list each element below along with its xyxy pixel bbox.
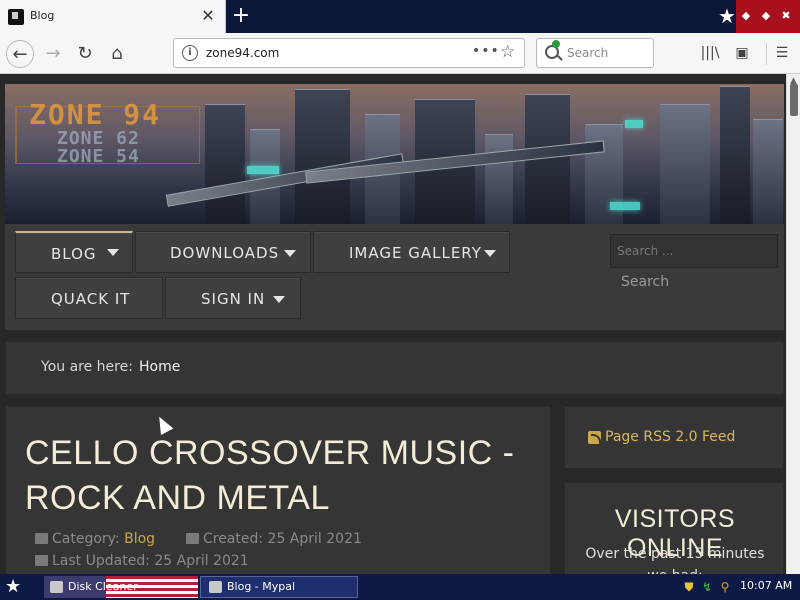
updated-date: Last Updated: 25 April 2021 — [52, 553, 249, 569]
tab-bar: Blog ✕ + ★ ◆ ◆ ✖ — [0, 0, 800, 33]
menu-item-sign-in[interactable]: SIGN IN — [165, 277, 301, 319]
article-meta-row: Last Updated: 25 April 2021 — [35, 553, 249, 569]
banner-building — [295, 89, 350, 224]
created-date: Created: 25 April 2021 — [202, 531, 362, 547]
shield-icon[interactable]: ⛊ — [682, 579, 696, 595]
menu-item-label: QUACK IT — [51, 290, 131, 308]
address-bar[interactable]: i zone94.com ••• ☆ — [173, 38, 525, 68]
search-tray-icon[interactable]: ⚲ — [718, 579, 732, 595]
calendar-icon — [185, 533, 199, 544]
minimize-icon[interactable]: ◆ — [740, 9, 752, 23]
navigation-toolbar: ← → ↻ ⌂ i zone94.com ••• ☆ Search |||\ ▣… — [0, 33, 800, 74]
info-icon[interactable]: i — [182, 45, 198, 61]
clock[interactable]: 10:07 AM — [740, 579, 792, 592]
breadcrumb: You are here: Home — [5, 341, 784, 395]
back-button[interactable]: ← — [6, 40, 34, 68]
menu-item-label: BLOG — [51, 245, 97, 263]
site-search-button[interactable]: Search — [610, 268, 680, 296]
banner-building — [753, 119, 783, 224]
scroll-thumb[interactable] — [790, 84, 798, 116]
rss-module: Page RSS 2.0 Feed — [564, 406, 784, 469]
disk-cleaner-icon — [50, 581, 63, 593]
article: CELLO CROSSOVER MUSIC - ROCK AND METAL C… — [5, 406, 551, 574]
menu-item-downloads[interactable]: DOWNLOADS — [135, 231, 311, 273]
tab-title: Blog — [30, 9, 55, 22]
site-logo: ZONE 94 — [29, 98, 162, 131]
chevron-down-icon — [273, 296, 285, 303]
site-search-placeholder: Search ... — [617, 244, 674, 258]
site-search-input[interactable]: Search ... — [610, 234, 778, 268]
category-link[interactable]: Blog — [124, 531, 155, 547]
main-menu: BLOG DOWNLOADS IMAGE GALLERY QUACK IT SI… — [5, 224, 784, 330]
network-icon[interactable]: ↯ — [700, 579, 714, 595]
banner-building — [485, 134, 513, 224]
reload-button[interactable]: ↻ — [71, 40, 99, 68]
banner-neon-sign — [610, 202, 640, 210]
menu-item-label: DOWNLOADS — [170, 244, 280, 262]
close-tab-icon[interactable]: ✕ — [199, 6, 217, 26]
taskbar-item-content: Blog - Mypal — [205, 577, 295, 597]
browser-app-icon — [209, 581, 222, 593]
home-button[interactable]: ⌂ — [103, 40, 131, 68]
start-button[interactable]: ★ — [5, 576, 29, 598]
url-text: zone94.com — [206, 46, 280, 60]
menu-icon[interactable]: ☰ — [772, 44, 792, 62]
banner-neon-sign — [625, 120, 643, 128]
menu-item-label: SIGN IN — [201, 290, 266, 308]
browser-search-input[interactable]: Search — [536, 38, 654, 68]
chevron-down-icon — [484, 250, 496, 257]
article-title[interactable]: CELLO CROSSOVER MUSIC - ROCK AND METAL — [25, 431, 535, 521]
banner-building — [205, 104, 245, 224]
forward-button[interactable]: → — [39, 40, 67, 68]
page-actions-icon[interactable]: ••• — [472, 43, 500, 59]
folder-icon — [35, 533, 48, 544]
taskbar-item-browser[interactable]: Blog - Mypal — [200, 576, 358, 598]
search-placeholder: Search — [567, 46, 609, 60]
close-window-icon[interactable]: ✖ — [780, 9, 792, 23]
breadcrumb-home-link[interactable]: Home — [139, 359, 180, 375]
bookmark-star-icon[interactable]: ☆ — [500, 42, 515, 62]
taskbar-item-label: Disk Cleaner — [68, 580, 138, 593]
sidebar-icon[interactable]: ▣ — [732, 44, 752, 62]
banner-neon-sign — [247, 166, 279, 174]
category-label: Category: — [52, 531, 120, 547]
toolbar-divider — [766, 43, 767, 65]
menu-item-label: IMAGE GALLERY — [349, 244, 482, 262]
rss-icon — [588, 431, 601, 444]
site-banner[interactable]: ZONE 94 ZONE 62 ZONE 54 — [5, 84, 784, 224]
chevron-down-icon — [107, 249, 119, 256]
calendar-icon — [35, 555, 48, 566]
site-favicon-icon — [8, 9, 24, 25]
logo-subtitle: ZONE 54 — [57, 146, 140, 167]
new-tab-button[interactable]: + — [229, 4, 253, 28]
window-controls: ◆ ◆ ✖ — [736, 0, 800, 33]
taskbar-item-disk-cleaner[interactable]: Disk Cleaner — [46, 577, 138, 597]
taskbar: ★ Disk Cleaner Blog - Mypal ⛊ ↯ ⚲ 10:07 … — [0, 574, 800, 600]
rss-feed-link[interactable]: Page RSS 2.0 Feed — [605, 429, 735, 445]
taskbar-item-label: Blog - Mypal — [227, 580, 296, 593]
tab-blog[interactable]: Blog ✕ — [0, 0, 226, 33]
add-engine-icon — [552, 40, 560, 48]
banner-building — [720, 86, 750, 224]
breadcrumb-label: You are here: — [41, 359, 133, 375]
visitors-text: Over the past 15 minutes we had: — [585, 546, 765, 574]
menu-item-blog[interactable]: BLOG — [15, 231, 133, 273]
page-scrollbar[interactable]: ▲ — [786, 74, 800, 574]
chevron-down-icon — [284, 250, 296, 257]
menu-item-image-gallery[interactable]: IMAGE GALLERY — [313, 231, 510, 273]
article-meta-row: Category: Blog Created: 25 April 2021 — [35, 531, 362, 547]
menu-item-quack-it[interactable]: QUACK IT — [15, 277, 163, 319]
maximize-icon[interactable]: ◆ — [760, 9, 772, 23]
banner-building — [660, 104, 710, 224]
visitors-module: VISITORS ONLINE Over the past 15 minutes… — [564, 482, 784, 574]
library-icon[interactable]: |||\ — [700, 44, 720, 62]
page-viewport: ZONE 94 ZONE 62 ZONE 54 BLOG DOWNLOADS I… — [0, 74, 786, 574]
